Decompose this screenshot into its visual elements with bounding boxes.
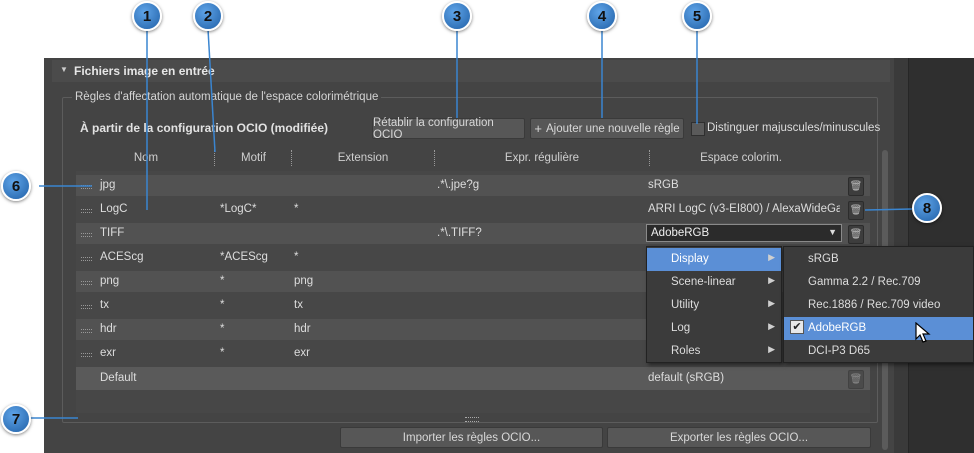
callout-6: 6 <box>1 171 31 201</box>
callout-7: 7 <box>1 404 31 434</box>
callout-4: 4 <box>587 1 617 31</box>
callout-8: 8 <box>912 193 942 223</box>
callout-lines <box>29 28 913 419</box>
callout-3: 3 <box>442 1 472 31</box>
callout-1: 1 <box>132 1 162 31</box>
callout-5: 5 <box>682 1 712 31</box>
callout-2: 2 <box>193 1 223 31</box>
